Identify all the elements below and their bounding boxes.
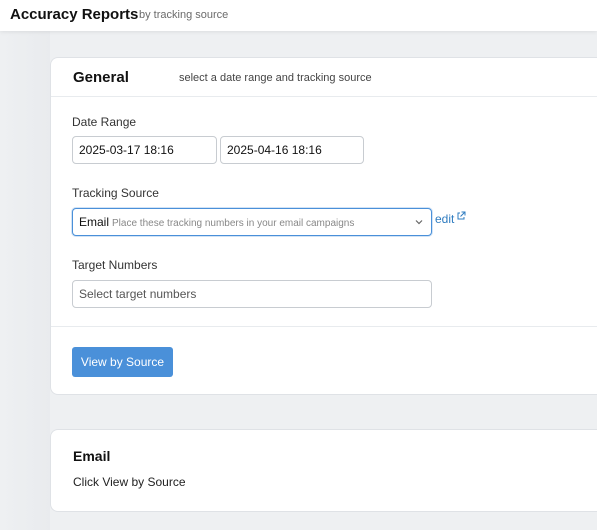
end-date-input[interactable]: 2025-04-16 18:16 bbox=[220, 136, 364, 164]
target-numbers-label: Target Numbers bbox=[72, 258, 158, 272]
tracking-source-select[interactable]: Email Place these tracking numbers in you… bbox=[72, 208, 432, 236]
chevron-down-icon bbox=[415, 220, 423, 225]
left-gutter bbox=[0, 31, 50, 530]
general-card-header: General select a date range and tracking… bbox=[51, 58, 597, 97]
view-by-source-button[interactable]: View by Source bbox=[72, 347, 173, 377]
email-card-message: Click View by Source bbox=[73, 475, 186, 489]
start-date-value: 2025-03-17 18:16 bbox=[79, 143, 174, 157]
general-subtitle: select a date range and tracking source bbox=[179, 72, 372, 84]
edit-link-label: edit bbox=[435, 212, 455, 226]
email-card: Email Click View by Source bbox=[50, 429, 597, 512]
page-title: Accuracy Reports bbox=[10, 6, 139, 23]
card-divider bbox=[51, 326, 597, 327]
tracking-source-label: Tracking Source bbox=[72, 186, 159, 200]
start-date-input[interactable]: 2025-03-17 18:16 bbox=[72, 136, 217, 164]
page-subtitle: by tracking source bbox=[139, 9, 229, 21]
email-card-title: Email bbox=[73, 448, 111, 464]
external-link-icon bbox=[457, 211, 466, 220]
date-range-label: Date Range bbox=[72, 115, 137, 129]
top-bar: Accuracy Reports by tracking source bbox=[0, 0, 597, 31]
tracking-source-selected: Email bbox=[79, 215, 110, 229]
general-title: General bbox=[73, 69, 129, 86]
target-numbers-placeholder: Select target numbers bbox=[79, 287, 197, 301]
end-date-value: 2025-04-16 18:16 bbox=[227, 143, 322, 157]
tracking-source-hint: Place these tracking numbers in your ema… bbox=[112, 218, 355, 229]
target-numbers-select[interactable]: Select target numbers bbox=[72, 280, 432, 308]
general-card: General select a date range and tracking… bbox=[50, 57, 597, 395]
edit-tracking-source-link[interactable]: edit bbox=[435, 211, 466, 226]
